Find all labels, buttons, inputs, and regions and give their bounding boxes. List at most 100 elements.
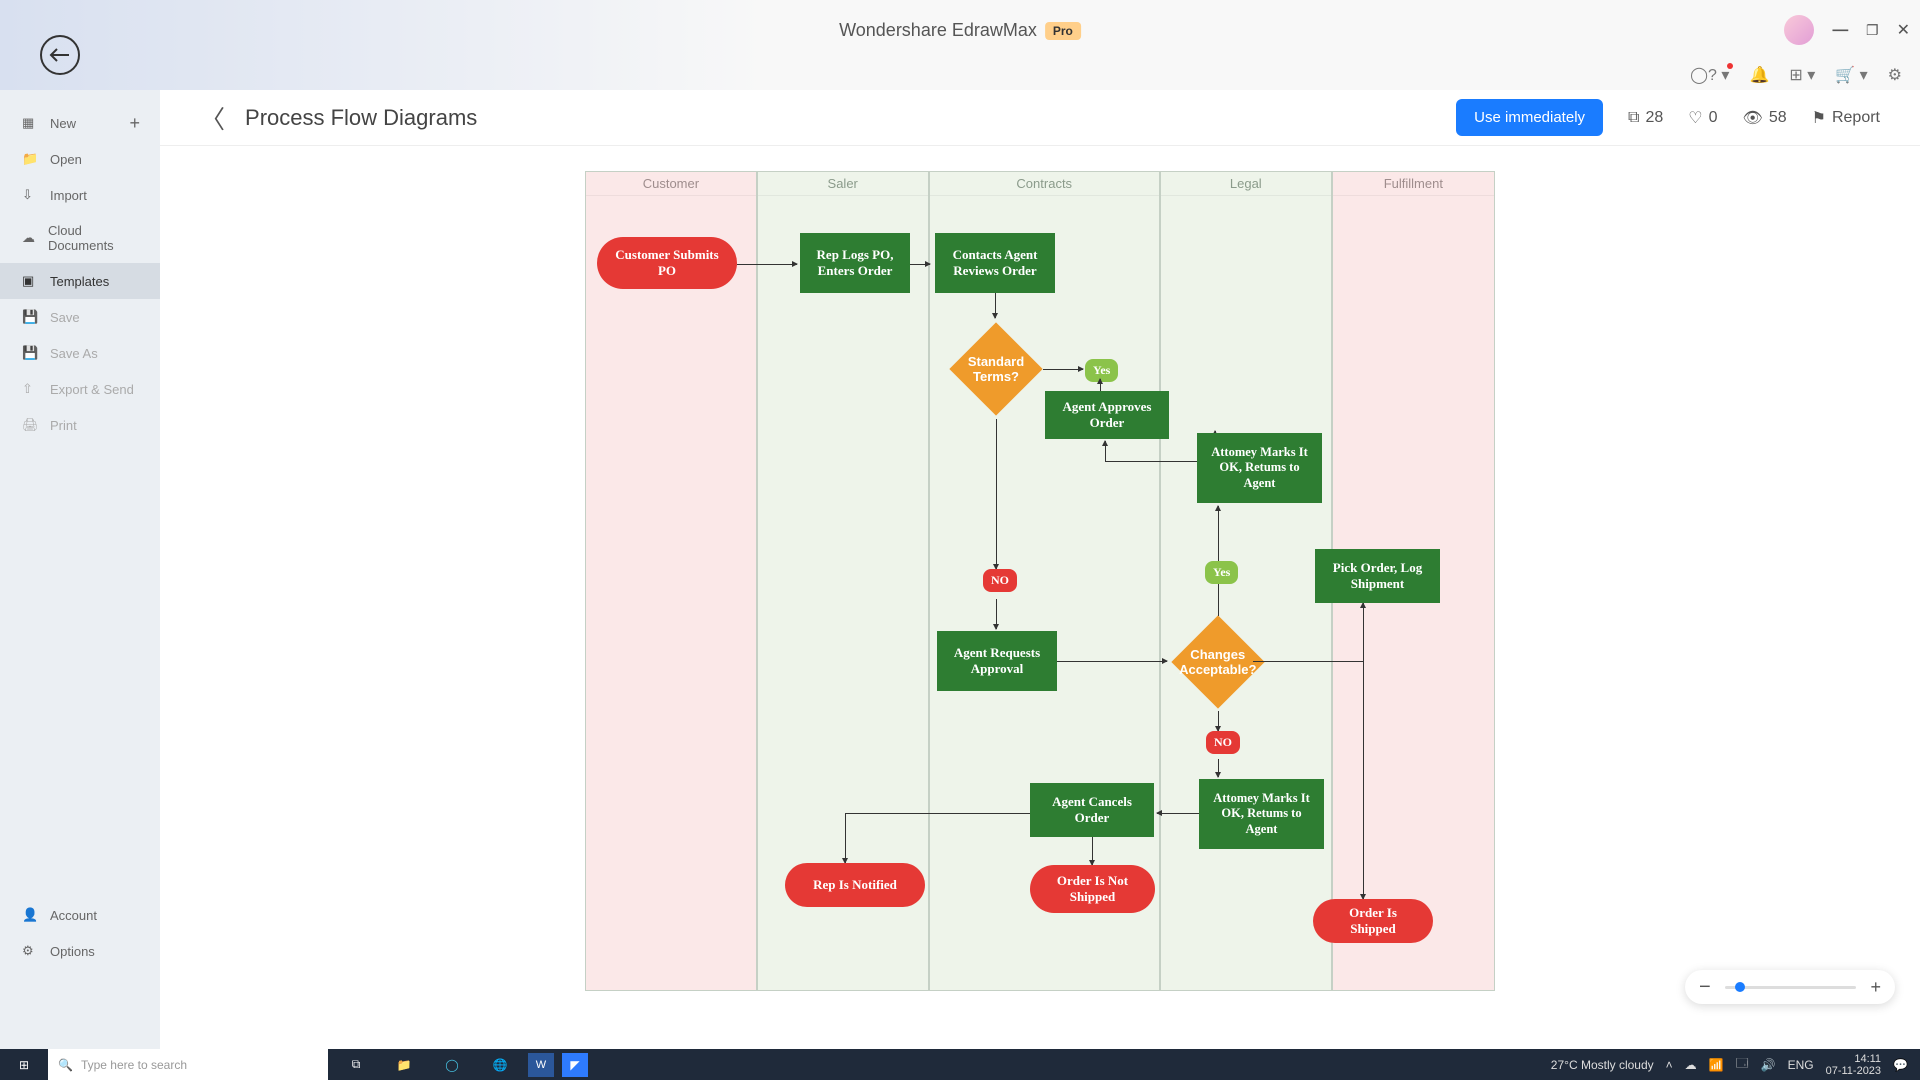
zoom-control[interactable]: − + bbox=[1685, 970, 1895, 1004]
sidebar-label-cloud: Cloud Documents bbox=[48, 223, 138, 253]
sidebar-item-templates[interactable]: ▣ Templates bbox=[0, 263, 160, 299]
lane-header-fulfillment: Fulfillment bbox=[1333, 172, 1494, 196]
sidebar-item-new[interactable]: ▦ New + bbox=[0, 105, 160, 141]
taskbar-search[interactable]: 🔍 Type here to search bbox=[48, 1049, 328, 1080]
node-customer-submits-po[interactable]: Customer Submits PO bbox=[597, 237, 737, 289]
heart-icon: ♡ bbox=[1688, 108, 1702, 128]
search-icon: 🔍 bbox=[58, 1058, 73, 1072]
chrome-icon[interactable]: 🌐 bbox=[480, 1052, 520, 1078]
sidebar-label-export: Export & Send bbox=[50, 382, 134, 397]
tray-volume-icon[interactable]: 🔊 bbox=[1761, 1058, 1776, 1072]
tag-yes-2[interactable]: Yes bbox=[1205, 561, 1238, 584]
maximize-button[interactable]: ❐ bbox=[1866, 22, 1879, 39]
sidebar-label-import: Import bbox=[50, 188, 87, 203]
lane-header-saler: Saler bbox=[758, 172, 928, 196]
node-pick-order[interactable]: Pick Order, Log Shipment bbox=[1315, 549, 1440, 603]
bell-icon[interactable]: 🔔 bbox=[1749, 65, 1769, 85]
edraw-icon[interactable]: ◤ bbox=[562, 1053, 588, 1077]
node-rep-logs-po[interactable]: Rep Logs PO, Enters Order bbox=[800, 233, 910, 293]
word-icon[interactable]: W bbox=[528, 1053, 554, 1077]
sidebar-item-export[interactable]: ⇧ Export & Send bbox=[0, 371, 160, 407]
copies-stat[interactable]: ⧉28 bbox=[1628, 109, 1663, 127]
back-button[interactable] bbox=[40, 35, 80, 75]
zoom-in-button[interactable]: + bbox=[1870, 977, 1881, 998]
print-icon: 🖨 bbox=[22, 417, 38, 433]
sidebar-item-saveas[interactable]: 💾 Save As bbox=[0, 335, 160, 371]
folder-icon: 📁 bbox=[22, 151, 38, 167]
page-title: Process Flow Diagrams bbox=[245, 105, 477, 131]
edge-icon[interactable]: ◯ bbox=[432, 1052, 472, 1078]
chevron-left-icon[interactable]: 〈 bbox=[200, 100, 225, 136]
tray-chevron-icon[interactable]: ˄ bbox=[1666, 1058, 1673, 1072]
sidebar-item-cloud[interactable]: ☁ Cloud Documents bbox=[0, 213, 160, 263]
node-agent-approves[interactable]: Agent Approves Order bbox=[1045, 391, 1169, 439]
node-shipped[interactable]: Order Is Shipped bbox=[1313, 899, 1433, 943]
pro-badge: Pro bbox=[1045, 22, 1081, 40]
app-title: Wondershare EdrawMax bbox=[839, 20, 1037, 41]
templates-icon: ▣ bbox=[22, 273, 38, 289]
sidebar-item-import[interactable]: ⇩ Import bbox=[0, 177, 160, 213]
lane-header-contracts: Contracts bbox=[930, 172, 1159, 196]
node-agent-requests[interactable]: Agent Requests Approval bbox=[937, 631, 1057, 691]
tray-lang[interactable]: ENG bbox=[1788, 1058, 1814, 1072]
tray-wifi-icon[interactable]: 📶 bbox=[1709, 1058, 1724, 1072]
sidebar-label-options: Options bbox=[50, 944, 95, 959]
eye-icon: 👁 bbox=[1743, 108, 1763, 128]
sidebar-label-save: Save bbox=[50, 310, 80, 325]
copy-icon: ⧉ bbox=[1628, 109, 1639, 127]
sidebar-label-saveas: Save As bbox=[50, 346, 98, 361]
tray-onedrive-icon[interactable]: ☁ bbox=[1685, 1058, 1697, 1072]
node-rep-notified[interactable]: Rep Is Notified bbox=[785, 863, 925, 907]
sidebar-item-print[interactable]: 🖨 Print bbox=[0, 407, 160, 443]
weather-widget[interactable]: 27°C Mostly cloudy bbox=[1551, 1058, 1654, 1072]
node-not-shipped[interactable]: Order Is Not Shipped bbox=[1030, 865, 1155, 913]
cart-icon[interactable]: 🛒 ▾ bbox=[1835, 65, 1867, 85]
import-icon: ⇩ bbox=[22, 187, 38, 203]
plus-icon[interactable]: + bbox=[129, 113, 140, 134]
help-icon[interactable]: ◯? ▾ bbox=[1690, 65, 1729, 85]
tray-notifications-icon[interactable]: 💬 bbox=[1893, 1058, 1908, 1072]
cloud-icon: ☁ bbox=[22, 230, 36, 246]
views-stat[interactable]: 👁58 bbox=[1743, 108, 1787, 128]
start-button[interactable]: ⊞ bbox=[0, 1058, 48, 1072]
sidebar-item-account[interactable]: 👤 Account bbox=[0, 897, 160, 933]
flag-icon: ⚑ bbox=[1812, 108, 1826, 128]
avatar[interactable] bbox=[1784, 15, 1814, 45]
settings-icon[interactable]: ⚙ bbox=[1888, 65, 1902, 85]
sidebar-label-account: Account bbox=[50, 908, 97, 923]
report-button[interactable]: ⚑Report bbox=[1812, 108, 1880, 128]
gear-icon: ⚙ bbox=[22, 943, 38, 959]
sidebar-label-print: Print bbox=[50, 418, 77, 433]
lane-header-customer: Customer bbox=[586, 172, 756, 196]
tag-no-2[interactable]: NO bbox=[1206, 731, 1240, 754]
likes-stat[interactable]: ♡0 bbox=[1688, 108, 1717, 128]
sidebar-label-new: New bbox=[50, 116, 76, 131]
sidebar-label-open: Open bbox=[50, 152, 82, 167]
minimize-button[interactable]: ─ bbox=[1832, 17, 1848, 43]
task-view-icon[interactable]: ⧉ bbox=[336, 1052, 376, 1078]
zoom-out-button[interactable]: − bbox=[1699, 976, 1711, 999]
tray-date[interactable]: 07-11-2023 bbox=[1826, 1065, 1881, 1077]
node-attorney-1[interactable]: Attomey Marks It OK, Retums to Agent bbox=[1197, 433, 1322, 503]
account-icon: 👤 bbox=[22, 907, 38, 923]
sidebar-item-open[interactable]: 📁 Open bbox=[0, 141, 160, 177]
tray-battery-icon[interactable]: 🗔 bbox=[1736, 1054, 1749, 1075]
explorer-icon[interactable]: 📁 bbox=[384, 1052, 424, 1078]
node-attorney-2[interactable]: Attomey Marks It OK, Retums to Agent bbox=[1199, 779, 1324, 849]
zoom-slider[interactable] bbox=[1725, 986, 1857, 989]
tray-time[interactable]: 14:11 bbox=[1854, 1053, 1881, 1065]
new-icon: ▦ bbox=[22, 115, 38, 131]
sidebar-label-templates: Templates bbox=[50, 274, 109, 289]
apps-icon[interactable]: ⊞ ▾ bbox=[1789, 65, 1815, 85]
save-icon: 💾 bbox=[22, 309, 38, 325]
node-agent-cancels[interactable]: Agent Cancels Order bbox=[1030, 783, 1154, 837]
lane-header-legal: Legal bbox=[1161, 172, 1331, 196]
sidebar-item-options[interactable]: ⚙ Options bbox=[0, 933, 160, 969]
tag-no-1[interactable]: NO bbox=[983, 569, 1017, 592]
sidebar-item-save[interactable]: 💾 Save bbox=[0, 299, 160, 335]
node-contacts-agent[interactable]: Contacts Agent Reviews Order bbox=[935, 233, 1055, 293]
use-immediately-button[interactable]: Use immediately bbox=[1456, 99, 1603, 136]
export-icon: ⇧ bbox=[22, 381, 38, 397]
close-button[interactable]: ✕ bbox=[1897, 20, 1910, 40]
diagram-canvas[interactable]: Customer Saler Contracts Legal Fulfillme… bbox=[585, 171, 1495, 991]
